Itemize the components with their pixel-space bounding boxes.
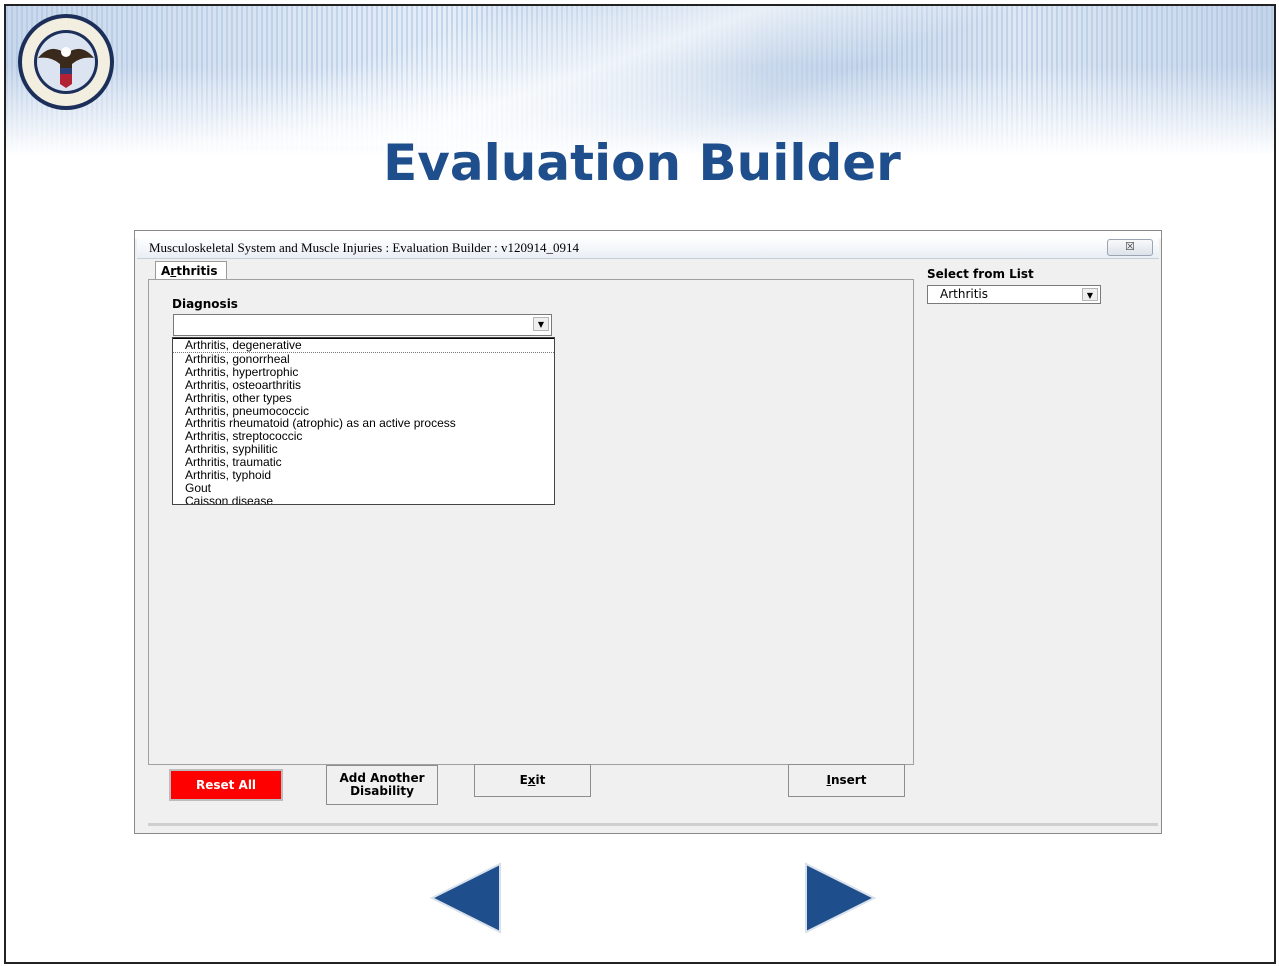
diagnosis-option[interactable]: Gout [173, 482, 554, 495]
reset-all-button[interactable]: Reset All [169, 769, 283, 801]
diagnosis-option[interactable]: Arthritis, other types [173, 391, 554, 405]
slide-title: Evaluation Builder [383, 134, 901, 192]
tab-arthritis[interactable]: Arthritis [155, 261, 227, 281]
va-seal-logo [18, 14, 114, 110]
insert-button[interactable]: Insert [788, 764, 905, 797]
diagnosis-option[interactable]: Arthritis, gonorrheal [173, 353, 554, 366]
select-from-list-label: Select from List [927, 267, 1034, 281]
diagnosis-option[interactable]: Arthritis, typhoid [173, 469, 554, 482]
window-title: Musculoskeletal System and Muscle Injuri… [149, 240, 580, 255]
window-titlebar: Musculoskeletal System and Muscle Injuri… [137, 237, 1159, 259]
exit-button[interactable]: Exit [474, 764, 591, 797]
chevron-down-icon[interactable]: ▼ [1082, 288, 1098, 301]
diagnosis-option[interactable]: Arthritis, hypertrophic [173, 365, 554, 379]
diagnosis-option[interactable]: Caisson disease [173, 494, 554, 504]
diagnosis-option[interactable]: Arthritis, degenerative [173, 338, 554, 353]
close-icon: ☒ [1125, 241, 1135, 253]
next-arrow-icon[interactable] [802, 860, 876, 936]
select-from-list-combobox[interactable]: Arthritis ▼ [927, 285, 1101, 304]
diagnosis-combobox[interactable]: ▼ [173, 314, 552, 336]
chevron-down-icon[interactable]: ▼ [533, 317, 549, 331]
previous-arrow-icon[interactable] [430, 860, 504, 936]
add-another-disability-button[interactable]: Add Another Disability [326, 765, 438, 805]
diagnosis-dropdown-list[interactable]: Arthritis, degenerative Arthritis, gonorr… [172, 337, 555, 505]
window-bottom-border [148, 823, 1158, 826]
diagnosis-label: Diagnosis [172, 297, 238, 311]
close-button[interactable]: ☒ [1107, 239, 1153, 256]
diagnosis-option[interactable]: Arthritis, osteoarthritis [173, 378, 554, 392]
select-from-list-value: Arthritis [940, 287, 989, 301]
evaluation-builder-window: Musculoskeletal System and Muscle Injuri… [134, 230, 1162, 834]
